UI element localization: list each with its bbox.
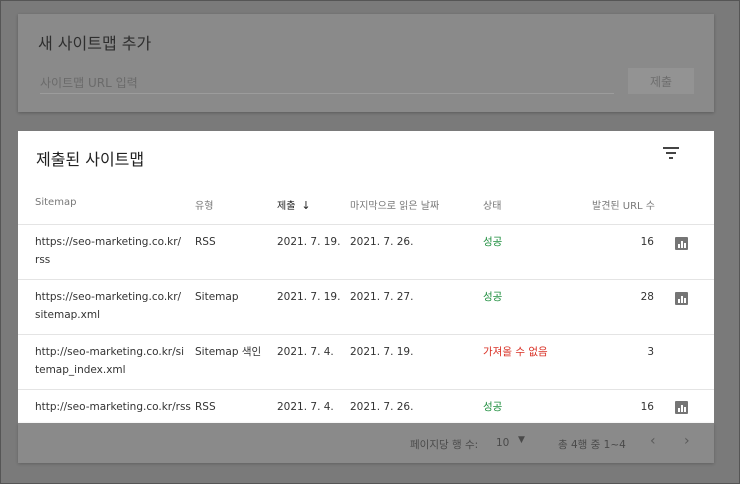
sitemap-url-input[interactable]: 사이트맵 URL 입력	[40, 74, 614, 94]
caret-down-icon[interactable]: ▼	[518, 435, 525, 445]
filter-icon[interactable]	[663, 147, 679, 159]
submitted-date: 2021. 7. 4.	[277, 346, 334, 358]
urls-found-count: 3	[647, 346, 654, 358]
status-badge: 성공	[483, 236, 503, 248]
arrow-down-icon: ↓	[301, 199, 311, 212]
table-row[interactable]: https://seo-marketing.co.kr/sitemap.xml …	[18, 279, 714, 334]
sitemap-url: https://seo-marketing.co.kr/rss	[35, 236, 182, 266]
submitted-sitemaps-card: 제출된 사이트맵 Sitemap 유형 제출 ↓ 마지막으로 읽은 날짜 상태 발…	[18, 131, 714, 423]
last-read-date: 2021. 7. 26.	[350, 236, 414, 248]
add-sitemap-title: 새 사이트맵 추가	[38, 34, 152, 53]
status-badge: 성공	[483, 401, 503, 413]
rows-per-page-select[interactable]: 10	[496, 437, 509, 449]
sitemap-type: Sitemap	[195, 291, 239, 303]
status-badge: 가져올 수 없음	[483, 346, 548, 358]
last-read-date: 2021. 7. 19.	[350, 346, 414, 358]
table-row[interactable]: http://seo-marketing.co.kr/rss RSS 2021.…	[18, 389, 714, 423]
column-header-submitted-label: 제출	[277, 201, 296, 212]
table-row[interactable]: http://seo-marketing.co.kr/sitemap_index…	[18, 334, 714, 389]
pagination-bar: 페이지당 행 수: 10 ▼ 총 4행 중 1~4 ‹ ›	[18, 423, 714, 463]
submitted-date: 2021. 7. 4.	[277, 401, 334, 413]
add-sitemap-card: 새 사이트맵 추가 사이트맵 URL 입력 제출	[18, 14, 714, 112]
sitemap-url: https://seo-marketing.co.kr/sitemap.xml	[35, 291, 182, 321]
sitemap-type: RSS	[195, 236, 216, 248]
bar-chart-icon[interactable]	[675, 401, 688, 414]
status-badge: 성공	[483, 291, 503, 303]
pagination-range: 총 4행 중 1~4	[558, 439, 626, 451]
submitted-date: 2021. 7. 19.	[277, 236, 341, 248]
sitemap-type: RSS	[195, 401, 216, 413]
sitemap-type: Sitemap 색인	[195, 346, 262, 358]
column-header-sitemap[interactable]: Sitemap	[35, 197, 76, 208]
last-read-date: 2021. 7. 27.	[350, 291, 414, 303]
table-row[interactable]: https://seo-marketing.co.kr/rss RSS 2021…	[18, 224, 714, 279]
rows-per-page-label: 페이지당 행 수:	[410, 439, 479, 451]
column-header-status[interactable]: 상태	[483, 197, 501, 212]
submitted-sitemaps-title: 제출된 사이트맵	[36, 150, 145, 169]
urls-found-count: 16	[640, 401, 654, 413]
bar-chart-icon[interactable]	[675, 237, 688, 250]
submitted-date: 2021. 7. 19.	[277, 291, 341, 303]
urls-found-count: 16	[640, 236, 654, 248]
column-header-last-read[interactable]: 마지막으로 읽은 날짜	[350, 197, 439, 212]
sitemap-url: http://seo-marketing.co.kr/sitemap_index…	[35, 346, 185, 376]
chevron-right-icon[interactable]: ›	[684, 433, 690, 449]
urls-found-count: 28	[640, 291, 654, 303]
bar-chart-icon[interactable]	[675, 292, 688, 305]
column-header-type[interactable]: 유형	[195, 197, 213, 212]
column-header-urls-found[interactable]: 발견된 URL 수	[592, 197, 655, 212]
submit-button[interactable]: 제출	[628, 68, 694, 94]
last-read-date: 2021. 7. 26.	[350, 401, 414, 413]
chevron-left-icon[interactable]: ‹	[650, 433, 656, 449]
sitemap-url: http://seo-marketing.co.kr/rss	[35, 401, 191, 413]
column-header-submitted[interactable]: 제출 ↓	[277, 197, 311, 212]
